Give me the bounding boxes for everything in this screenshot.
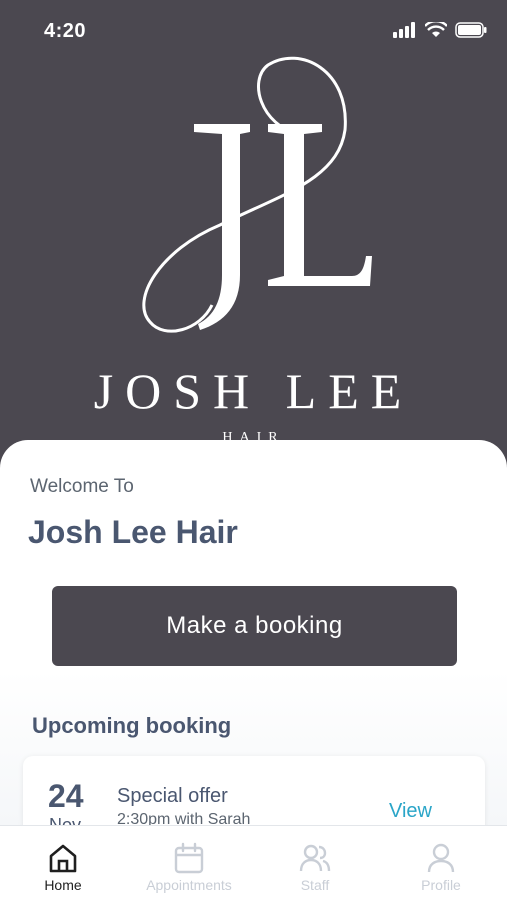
tab-home-label: Home [44, 877, 82, 893]
wifi-icon [425, 22, 447, 37]
tab-profile-label: Profile [421, 877, 461, 893]
battery-icon [455, 22, 487, 38]
tab-staff[interactable]: Staff [252, 826, 378, 901]
hero-banner: JOSH LEE HAIR [0, 0, 507, 470]
signal-icon [393, 22, 415, 38]
booking-day: 24 [48, 778, 84, 814]
brand-name: JOSH LEE [93, 363, 414, 419]
welcome-label: Welcome To [30, 476, 134, 497]
status-icons [393, 22, 487, 38]
make-booking-button[interactable]: Make a booking [52, 586, 457, 666]
tab-home[interactable]: Home [0, 826, 126, 901]
home-icon [49, 844, 77, 873]
tab-appointments-label: Appointments [146, 877, 232, 893]
tab-profile[interactable]: Profile [378, 826, 504, 901]
bottom-tab-bar: Home Appointments Staff Profile [0, 825, 507, 901]
view-booking-link[interactable]: View [389, 800, 432, 823]
booking-title: Special offer [117, 785, 228, 807]
upcoming-booking-heading: Upcoming booking [32, 713, 232, 738]
tab-appointments[interactable]: Appointments [126, 826, 252, 901]
status-bar: 4:20 [0, 0, 507, 60]
salon-name: Josh Lee Hair [28, 514, 238, 550]
person-icon [427, 843, 455, 873]
tab-staff-label: Staff [300, 877, 330, 893]
status-time: 4:20 [44, 20, 87, 42]
users-icon [299, 844, 331, 872]
calendar-icon [174, 842, 204, 874]
